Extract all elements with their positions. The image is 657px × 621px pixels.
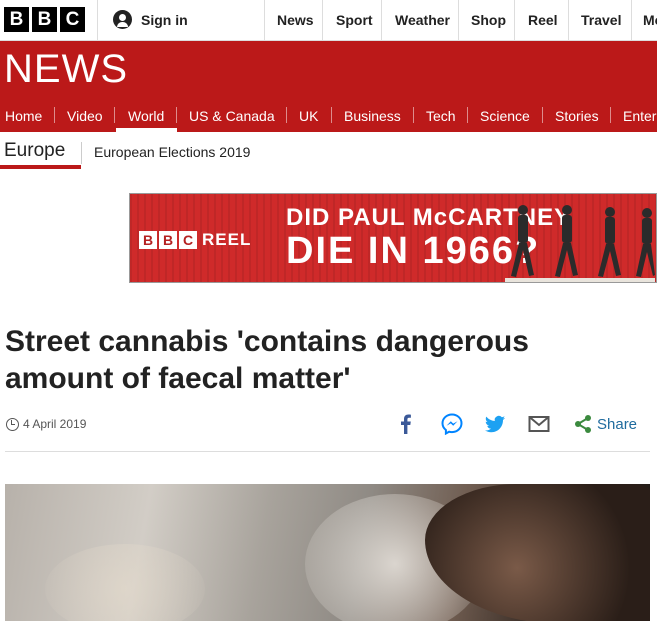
nav-separator	[610, 107, 611, 123]
nav-separator	[331, 107, 332, 123]
section-title[interactable]: Europe	[4, 140, 65, 162]
ad-walkers-illustration	[505, 205, 655, 282]
bbc-logo-letter: B	[4, 7, 29, 32]
nav-separator	[176, 107, 177, 123]
section-divider	[81, 142, 82, 164]
bbc-logo[interactable]: B B C	[4, 7, 85, 32]
nav-item-entertainment[interactable]: Enter	[623, 108, 656, 124]
nav-item-tech[interactable]: Tech	[426, 108, 456, 124]
toplink-more[interactable]: Mo	[643, 12, 657, 28]
nav-item-science[interactable]: Science	[480, 108, 530, 124]
nav-separator	[413, 107, 414, 123]
nav-item-video[interactable]: Video	[67, 108, 103, 124]
toplink-weather[interactable]: Weather	[395, 12, 450, 28]
toplink-reel[interactable]: Reel	[528, 12, 558, 28]
header-divider	[514, 0, 515, 40]
nav-separator	[286, 107, 287, 123]
toplink-sport[interactable]: Sport	[336, 12, 373, 28]
nav-item-uk[interactable]: UK	[299, 108, 318, 124]
global-header: B B C Sign in News Sport Weather Shop Re…	[0, 0, 657, 41]
article-date: 4 April 2019	[23, 417, 87, 431]
ad-logo-letter: B	[139, 231, 157, 249]
news-masthead: NEWS	[0, 41, 657, 99]
ad-logo-letter: B	[159, 231, 177, 249]
twitter-icon[interactable]	[484, 413, 506, 435]
email-icon[interactable]	[528, 413, 550, 435]
ad-brand-label: REEL	[202, 230, 252, 249]
facebook-icon[interactable]	[399, 413, 415, 435]
ad-logo-letter: C	[179, 231, 197, 249]
bbc-logo-letter: C	[60, 7, 85, 32]
user-icon	[113, 10, 132, 29]
nav-item-stories[interactable]: Stories	[555, 108, 599, 124]
news-logo[interactable]: NEWS	[4, 47, 128, 92]
nav-separator	[54, 107, 55, 123]
nav-separator	[542, 107, 543, 123]
nav-item-home[interactable]: Home	[5, 108, 42, 124]
article-headline: Street cannabis 'contains dangerous amou…	[5, 325, 529, 395]
toplink-shop[interactable]: Shop	[471, 12, 506, 28]
ad-headline-line2: DIE IN 1966?	[286, 230, 541, 272]
share-link[interactable]: Share	[597, 416, 637, 433]
nav-item-us-canada[interactable]: US & Canada	[189, 108, 275, 124]
section-underline	[0, 165, 81, 169]
toplink-travel[interactable]: Travel	[581, 12, 621, 28]
nav-item-world[interactable]: World	[128, 108, 164, 124]
bbc-logo-letter: B	[32, 7, 57, 32]
ad-banner[interactable]: B B C REEL DID PAUL McCARTNEY DIE IN 196…	[129, 193, 657, 283]
signin-label: Sign in	[141, 11, 188, 28]
nav-item-business[interactable]: Business	[344, 108, 401, 124]
section-sublink[interactable]: European Elections 2019	[94, 144, 250, 160]
share-icon[interactable]	[573, 414, 593, 434]
nav-separator	[114, 107, 115, 123]
clock-icon	[6, 418, 19, 431]
header-divider	[264, 0, 265, 40]
messenger-icon[interactable]	[441, 413, 463, 435]
header-divider	[97, 0, 98, 40]
header-divider	[631, 0, 632, 40]
header-divider	[322, 0, 323, 40]
nav-active-indicator	[116, 128, 177, 132]
ad-bbc-logo: B B C	[139, 231, 197, 249]
header-divider	[381, 0, 382, 40]
meta-divider	[5, 451, 650, 452]
article-hero-image	[5, 484, 650, 621]
header-divider	[568, 0, 569, 40]
toplink-news[interactable]: News	[277, 12, 314, 28]
image-detail	[45, 544, 205, 621]
news-nav: Home Video World US & Canada UK Business…	[0, 99, 657, 132]
header-divider	[458, 0, 459, 40]
signin-link[interactable]: Sign in	[113, 10, 188, 29]
nav-separator	[467, 107, 468, 123]
